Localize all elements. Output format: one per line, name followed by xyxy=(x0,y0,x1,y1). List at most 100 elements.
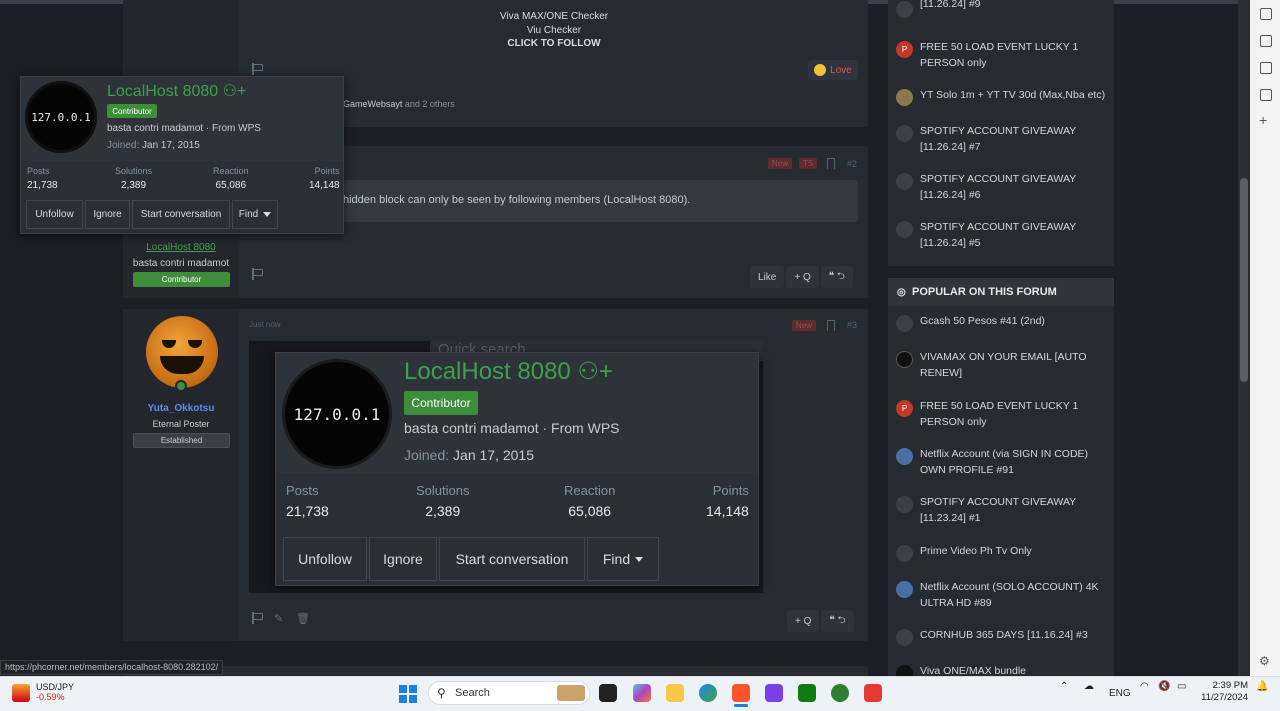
copilot-icon[interactable] xyxy=(633,684,651,702)
xbox-icon[interactable] xyxy=(798,684,816,702)
brave-browser-icon[interactable] xyxy=(732,684,750,702)
multiquote-button[interactable]: + Q xyxy=(786,266,819,288)
thread-title[interactable]: FREE 50 LOAD EVENT LUCKY 1 PERSON only xyxy=(920,399,1106,430)
system-clock[interactable]: 2:39 PM 11/27/2024 xyxy=(1200,680,1248,704)
unfollow-button[interactable]: Unfollow xyxy=(283,537,367,581)
edge-browser-icon[interactable] xyxy=(699,684,717,702)
cloud-sync-icon[interactable]: ☁ xyxy=(1084,681,1094,692)
thread-title[interactable]: Viva ONE/MAX bundle xyxy=(920,664,1026,676)
thread-title[interactable]: Netflix Account (via SIGN IN CODE) OWN P… xyxy=(920,447,1106,478)
tray-overflow-chevron-icon[interactable]: ⌃ xyxy=(1060,681,1068,692)
report-flag-icon[interactable] xyxy=(252,63,264,75)
volume-muted-icon[interactable]: 🔇 xyxy=(1158,681,1170,692)
hovercard-name[interactable]: LocalHost 8080 ⚇+ xyxy=(404,357,613,386)
scrollbar-thumb[interactable] xyxy=(1240,178,1248,382)
stat-solutions[interactable]: Solutions 2,389 xyxy=(416,483,469,519)
taskbar-search[interactable]: ⚲ Search xyxy=(428,681,590,705)
bookmark-icon[interactable] xyxy=(827,320,835,331)
thread-title[interactable]: Prime Video Ph Tv Only xyxy=(920,544,1032,562)
thread-title[interactable]: Netflix Account (SOLO ACCOUNT) 4K ULTRA … xyxy=(920,580,1106,611)
sidebar-thread-item[interactable]: Netflix Account (via SIGN IN CODE) OWN P… xyxy=(896,447,1106,478)
quote-reply-icon[interactable]: ❝ ⮌ xyxy=(820,266,853,288)
sidebar-thread-item[interactable]: YT Solo 1m + YT TV 30d (Max,Nba etc) xyxy=(896,88,1106,106)
notifications-bell-icon[interactable]: 🔔 xyxy=(1256,681,1268,692)
magnifier-app-icon[interactable] xyxy=(831,684,849,702)
sidebar-panel-icon[interactable] xyxy=(1260,8,1272,20)
avatar-localhost[interactable]: 127.0.0.1 xyxy=(25,81,97,153)
post-number[interactable]: #2 xyxy=(847,159,857,169)
wps-office-icon[interactable] xyxy=(864,684,882,702)
thread-title[interactable]: [11.26.24] #9 xyxy=(920,0,981,18)
stat-posts[interactable]: Posts 21,738 xyxy=(286,483,329,519)
task-view-icon[interactable] xyxy=(599,684,617,702)
ignore-button[interactable]: Ignore xyxy=(369,537,437,581)
edit-icon[interactable]: ✎ xyxy=(274,612,283,625)
stock-widget[interactable]: USD/JPY -0.59% xyxy=(12,682,74,702)
thread-title[interactable]: SPOTIFY ACCOUNT GIVEAWAY [11.26.24] #5 xyxy=(920,220,1106,251)
messenger-icon[interactable] xyxy=(765,684,783,702)
unfollow-button[interactable]: Unfollow xyxy=(26,200,83,229)
poster-name-yuta[interactable]: Yuta_Okkotsu xyxy=(123,403,239,414)
add-panel-icon[interactable]: + xyxy=(1259,112,1267,128)
stat-points[interactable]: Points 14,148 xyxy=(309,166,340,191)
sidebar-thread-item[interactable]: SPOTIFY ACCOUNT GIVEAWAY [11.26.24] #5 xyxy=(896,220,1106,251)
report-flag-icon[interactable] xyxy=(252,268,264,280)
reading-list-icon[interactable] xyxy=(1260,89,1272,101)
sidebar-thread-item[interactable]: Viva ONE/MAX bundle xyxy=(896,664,1106,676)
thread-title[interactable]: CORNHUB 365 DAYS [11.16.24] #3 xyxy=(920,628,1088,646)
thread-title[interactable]: FREE 50 LOAD EVENT LUCKY 1 PERSON only xyxy=(920,40,1106,71)
bookmarks-icon[interactable] xyxy=(1260,62,1272,74)
post-number[interactable]: #3 xyxy=(847,320,857,330)
sidebar-thread-item[interactable]: CORNHUB 365 DAYS [11.16.24] #3 xyxy=(896,628,1106,646)
thread-title[interactable]: SPOTIFY ACCOUNT GIVEAWAY [11.23.24] #1 xyxy=(920,495,1106,526)
thread-title[interactable]: Gcash 50 Pesos #41 (2nd) xyxy=(920,314,1045,332)
thread-title[interactable]: VIVAMAX ON YOUR EMAIL [AUTO RENEW] xyxy=(920,350,1106,381)
file-explorer-icon[interactable] xyxy=(666,684,684,702)
find-dropdown-button[interactable]: Find xyxy=(232,200,278,229)
sidebar-thread-item[interactable]: SPOTIFY ACCOUNT GIVEAWAY [11.26.24] #7 xyxy=(896,124,1106,155)
follow-user-icon[interactable]: ⚇+ xyxy=(223,83,247,100)
ignore-button[interactable]: Ignore xyxy=(85,200,130,229)
click-to-follow-link[interactable]: CLICK TO FOLLOW xyxy=(240,38,868,49)
sidebar-thread-item[interactable]: SPOTIFY ACCOUNT GIVEAWAY [11.23.24] #1 xyxy=(896,495,1106,526)
windows-start-icon[interactable] xyxy=(399,685,417,703)
quote-reply-icon[interactable]: ❝ ⮌ xyxy=(821,610,854,632)
multiquote-button[interactable]: + Q xyxy=(787,610,820,632)
sidebar-thread-item[interactable]: [11.26.24] #9 xyxy=(896,0,1106,18)
stat-solutions[interactable]: Solutions 2,389 xyxy=(115,166,152,191)
sidebar-thread-item[interactable]: SPOTIFY ACCOUNT GIVEAWAY [11.26.24] #6 xyxy=(896,172,1106,203)
sidebar-thread-item[interactable]: P FREE 50 LOAD EVENT LUCKY 1 PERSON only xyxy=(896,399,1106,430)
like-button[interactable]: Like xyxy=(750,266,785,288)
reactors-others[interactable]: and 2 others xyxy=(405,99,455,109)
thread-title[interactable]: SPOTIFY ACCOUNT GIVEAWAY [11.26.24] #6 xyxy=(920,172,1106,203)
post-time[interactable]: Just now xyxy=(249,320,281,329)
stat-reaction[interactable]: Reaction 65,086 xyxy=(213,166,249,191)
start-conversation-button[interactable]: Start conversation xyxy=(439,537,585,581)
stat-points[interactable]: Points 14,148 xyxy=(706,483,749,519)
start-conversation-button[interactable]: Start conversation xyxy=(132,200,230,229)
avatar-yuta[interactable] xyxy=(146,316,218,388)
sidebar-thread-item[interactable]: Netflix Account (SOLO ACCOUNT) 4K ULTRA … xyxy=(896,580,1106,611)
follow-user-icon[interactable]: ⚇+ xyxy=(577,358,613,385)
battery-icon[interactable]: ▭ xyxy=(1177,681,1186,692)
hovercard-name[interactable]: LocalHost 8080 ⚇+ xyxy=(107,81,246,101)
delete-icon[interactable]: 🗑 xyxy=(296,612,310,625)
sidebar-thread-item[interactable]: Gcash 50 Pesos #41 (2nd) xyxy=(896,314,1106,332)
love-reaction-button[interactable]: Love xyxy=(808,60,858,80)
reactors-list[interactable]: GameWebsayt and 2 others xyxy=(343,99,455,109)
wallet-icon[interactable] xyxy=(1260,35,1272,47)
avatar-localhost[interactable]: 127.0.0.1 xyxy=(282,359,392,469)
wifi-icon[interactable]: ◠ xyxy=(1140,681,1149,692)
find-dropdown-button[interactable]: Find xyxy=(587,537,659,581)
hovercard-name-text[interactable]: LocalHost 8080 xyxy=(404,358,571,385)
poster-name-localhost[interactable]: LocalHost 8080 xyxy=(123,242,239,253)
bookmark-icon[interactable] xyxy=(827,158,835,169)
stat-reaction[interactable]: Reaction 65,086 xyxy=(564,483,615,519)
thread-title[interactable]: SPOTIFY ACCOUNT GIVEAWAY [11.26.24] #7 xyxy=(920,124,1106,155)
hovercard-name-text[interactable]: LocalHost 8080 xyxy=(107,83,218,100)
sidebar-thread-item[interactable]: Prime Video Ph Tv Only xyxy=(896,544,1106,562)
input-language[interactable]: ENG xyxy=(1109,688,1131,699)
thread-title[interactable]: YT Solo 1m + YT TV 30d (Max,Nba etc) xyxy=(920,88,1105,106)
sidebar-thread-item[interactable]: P FREE 50 LOAD EVENT LUCKY 1 PERSON only xyxy=(896,40,1106,71)
stat-posts[interactable]: Posts 21,738 xyxy=(27,166,58,191)
